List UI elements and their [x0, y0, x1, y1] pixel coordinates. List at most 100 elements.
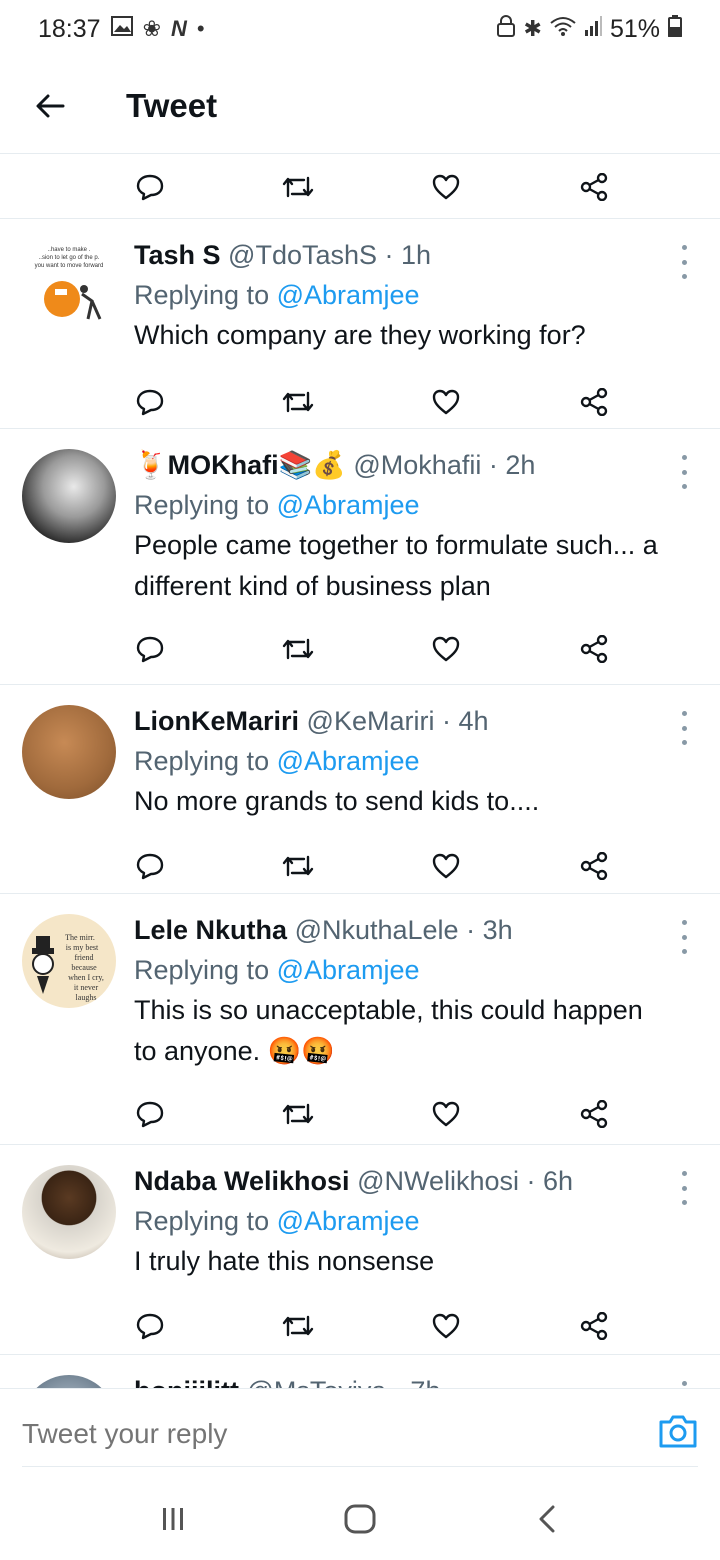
replying-to-label: Replying to: [134, 490, 270, 520]
retweet-button[interactable]: [268, 624, 328, 674]
status-bar: 18:37 ❀ N • ✱ 51%: [0, 0, 720, 58]
reply-button[interactable]: [120, 1089, 180, 1139]
reply-button[interactable]: [120, 624, 180, 674]
reply-button[interactable]: [120, 377, 180, 427]
retweet-button[interactable]: [268, 162, 328, 212]
heart-icon: [432, 389, 460, 415]
replying-to-mention[interactable]: @Abramjee: [277, 1206, 420, 1236]
more-options-button[interactable]: [674, 1171, 694, 1205]
avatar[interactable]: [22, 1375, 116, 1388]
retweet-button[interactable]: [268, 377, 328, 427]
reply-tweet[interactable]: Ndaba Welikhosi @NWelikhosi · 6h Replyin…: [0, 1145, 720, 1355]
more-options-button[interactable]: [674, 245, 694, 279]
share-icon: [580, 172, 608, 201]
avatar[interactable]: [22, 449, 116, 543]
battery-icon: [668, 15, 682, 43]
author-handle[interactable]: @NkuthaLele: [295, 915, 459, 945]
retweet-button[interactable]: [268, 841, 328, 891]
back-button[interactable]: [0, 58, 100, 154]
replying-to-label: Replying to: [134, 280, 270, 310]
more-options-button[interactable]: [674, 455, 694, 489]
share-button[interactable]: [564, 162, 624, 212]
share-button[interactable]: [564, 377, 624, 427]
more-options-button[interactable]: [674, 1381, 694, 1388]
share-button[interactable]: [564, 1089, 624, 1139]
more-options-button[interactable]: [674, 920, 694, 954]
app-header: Tweet: [0, 58, 720, 154]
avatar[interactable]: The mirr. is my best friend because when I c…: [22, 914, 116, 1008]
reply-tweet[interactable]: 🍹MOKhafi📚💰 @Mokhafii · 2h Replying to @A…: [0, 429, 720, 685]
lock-icon: [496, 15, 516, 43]
avatar[interactable]: [22, 1165, 116, 1259]
tweet-text: People came together to formulate such..…: [134, 530, 658, 601]
reply-button[interactable]: [120, 1301, 180, 1351]
tweet-time: · 3h: [466, 915, 513, 945]
tweet-time: · 2h: [488, 450, 536, 480]
like-button[interactable]: [416, 377, 476, 427]
replying-to-mention[interactable]: @Abramjee: [277, 280, 420, 310]
reply-tweet[interactable]: LionKeMariri @KeMariri · 4h Replying to …: [0, 685, 720, 894]
recent-apps-button[interactable]: [143, 1489, 203, 1549]
like-button[interactable]: [416, 841, 476, 891]
wifi-icon: [550, 16, 576, 42]
home-button[interactable]: [330, 1489, 390, 1549]
tweet-text: No more grands to send kids to....: [134, 786, 540, 816]
author-name[interactable]: LionKeMariri: [134, 706, 299, 736]
author-handle[interactable]: @Mokhafii: [353, 450, 481, 480]
avatar[interactable]: [22, 705, 116, 799]
tweet-text: I truly hate this nonsense: [134, 1246, 435, 1276]
signal-icon: [584, 16, 602, 42]
author-name[interactable]: Lele Nkutha: [134, 915, 287, 945]
like-button[interactable]: [416, 162, 476, 212]
share-icon: [580, 1100, 608, 1128]
reply-tweet[interactable]: The mirr. is my best friend because when I c…: [0, 894, 720, 1145]
reply-button[interactable]: [120, 841, 180, 891]
avatar[interactable]: ..have to make . ..sion to let go of the …: [22, 239, 116, 333]
retweet-button[interactable]: [268, 1089, 328, 1139]
svg-text:because: because: [71, 963, 97, 972]
page-title: Tweet: [126, 86, 218, 124]
replying-to-mention[interactable]: @Abramjee: [277, 955, 420, 985]
reply-button[interactable]: [120, 162, 180, 212]
like-button[interactable]: [416, 1089, 476, 1139]
main-tweet-actions: [0, 155, 720, 219]
reply-composer: [0, 1388, 720, 1478]
author-handle[interactable]: @MsToyiya: [246, 1376, 386, 1388]
heart-icon: [432, 1101, 460, 1127]
like-button[interactable]: [416, 1301, 476, 1351]
author-name[interactable]: MOKhafi: [168, 450, 279, 480]
replies-feed[interactable]: ..have to make . ..sion to let go of the …: [0, 155, 720, 1388]
share-button[interactable]: [564, 841, 624, 891]
author-name[interactable]: bonjiilitt: [134, 1376, 239, 1388]
tweet-time: · 1h: [384, 240, 432, 270]
camera-button[interactable]: [658, 1413, 698, 1453]
reply-icon: [136, 636, 164, 663]
replying-to-mention[interactable]: @Abramjee: [277, 490, 420, 520]
author-name[interactable]: Tash S: [134, 240, 221, 270]
svg-text:is my best: is my best: [66, 943, 99, 952]
reply-icon: [136, 174, 164, 200]
heart-icon: [432, 174, 460, 199]
reply-tweet[interactable]: bonjiilitt @MsToyiya · 7h: [0, 1355, 720, 1388]
author-handle[interactable]: @NWelikhosi: [357, 1166, 519, 1196]
author-handle[interactable]: @TdoTashS: [228, 240, 377, 270]
replying-to-mention[interactable]: @Abramjee: [277, 746, 420, 776]
share-button[interactable]: [564, 624, 624, 674]
netflix-notification-icon: N: [171, 16, 187, 41]
more-options-button[interactable]: [674, 711, 694, 745]
like-button[interactable]: [416, 624, 476, 674]
svg-text:friend: friend: [74, 953, 93, 962]
svg-text:The mirr.: The mirr.: [65, 933, 95, 942]
retweet-button[interactable]: [268, 1301, 328, 1351]
share-button[interactable]: [564, 1301, 624, 1351]
replying-to-label: Replying to: [134, 955, 270, 985]
back-arrow-icon: [36, 94, 65, 117]
system-back-button[interactable]: [517, 1489, 577, 1549]
reply-input[interactable]: [22, 1417, 622, 1450]
retweet-icon: [282, 638, 314, 660]
dot-notification-icon: •: [196, 16, 205, 41]
retweet-icon: [282, 176, 314, 197]
author-handle[interactable]: @KeMariri: [307, 706, 435, 736]
reply-tweet[interactable]: ..have to make . ..sion to let go of the …: [0, 219, 720, 429]
author-name[interactable]: Ndaba Welikhosi: [134, 1166, 350, 1196]
